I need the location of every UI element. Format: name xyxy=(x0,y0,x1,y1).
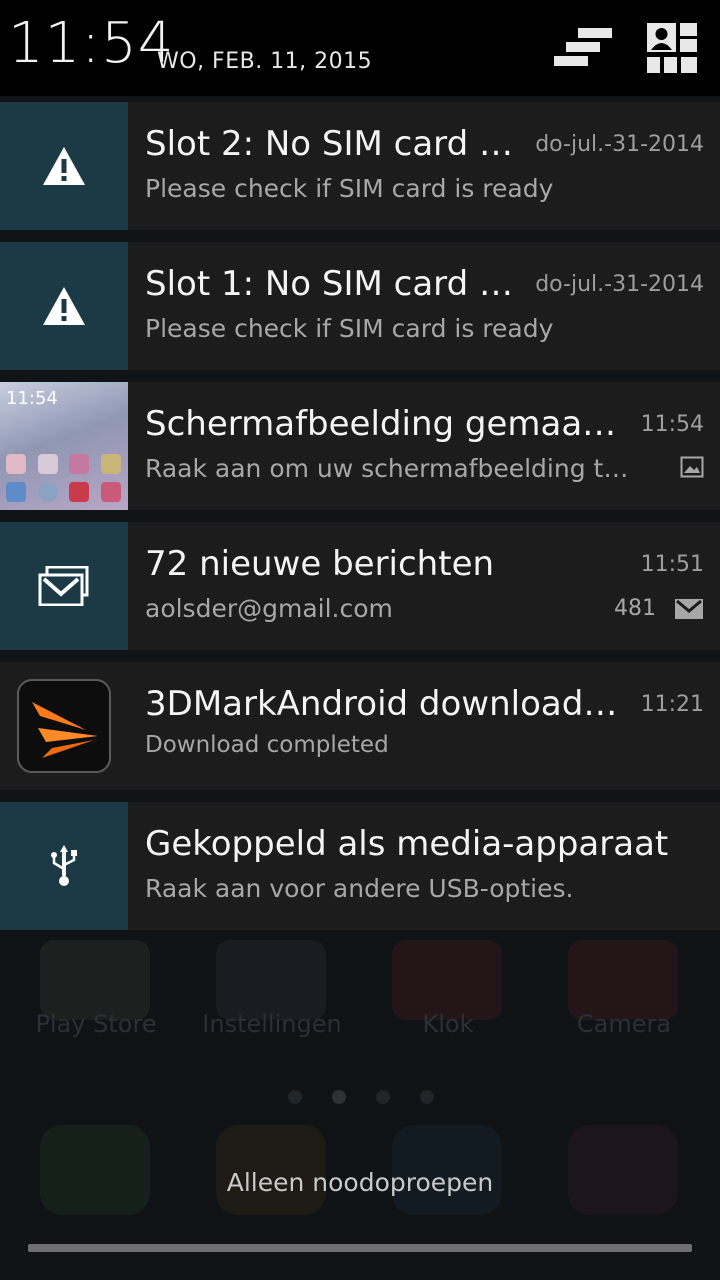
page-indicator-dot xyxy=(332,1090,346,1104)
notification-3dmark-download[interactable]: 3DMarkAndroid download co… Download comp… xyxy=(0,662,720,790)
3dmark-app-icon xyxy=(17,679,111,773)
notification-text: Raak aan voor andere USB-opties. xyxy=(145,874,574,903)
header-date: WO, FEB. 11, 2015 xyxy=(157,49,373,74)
bg-app-camera xyxy=(568,940,678,1020)
warning-icon xyxy=(43,147,85,185)
notification-title: 3DMarkAndroid download co… xyxy=(145,684,627,724)
notification-icon-panel xyxy=(0,662,128,790)
notification-text: aolsder@gmail.com xyxy=(145,594,393,623)
notification-icon-panel xyxy=(0,242,128,370)
quick-settings-icon[interactable] xyxy=(646,22,698,78)
usb-icon xyxy=(51,845,77,886)
page-indicator-dot xyxy=(288,1090,302,1104)
mail-icon xyxy=(675,598,703,619)
notification-text: Download completed xyxy=(145,732,389,758)
notification-icon-panel xyxy=(0,522,128,650)
notification-title: Schermafbeelding gemaakt. xyxy=(145,404,625,444)
screenshot-thumbnail: 11:54 xyxy=(0,382,128,510)
image-icon xyxy=(680,456,704,478)
notification-title: 72 nieuwe berichten xyxy=(145,544,495,584)
notification-text: Please check if SIM card is ready xyxy=(145,174,554,203)
notification-sim-slot-1[interactable]: Slot 1: No SIM card de… Please check if … xyxy=(0,242,720,370)
notification-time: 11:21 xyxy=(640,692,704,717)
bg-app-settings xyxy=(216,940,326,1020)
page-indicator-dot xyxy=(420,1090,434,1104)
notification-title: Slot 2: No SIM card de… xyxy=(145,124,525,164)
thumbnail-app-grid xyxy=(6,454,122,502)
message-count: 481 xyxy=(614,596,656,621)
notification-header: 11:54 WO, FEB. 11, 2015 xyxy=(0,0,720,96)
bg-app-play-store xyxy=(40,940,150,1020)
notification-text: Please check if SIM card is ready xyxy=(145,314,554,343)
bg-label-clock: Klok xyxy=(422,1010,474,1038)
notification-usb[interactable]: Gekoppeld als media-apparaat Raak aan vo… xyxy=(0,802,720,930)
notification-time: do-jul.-31-2014 xyxy=(535,132,704,157)
clear-all-icon[interactable] xyxy=(552,22,614,78)
bg-label-settings: Instellingen xyxy=(202,1010,342,1038)
notification-icon-panel xyxy=(0,102,128,230)
notification-gmail[interactable]: 72 nieuwe berichten aolsder@gmail.com 11… xyxy=(0,522,720,650)
notification-time: do-jul.-31-2014 xyxy=(535,272,704,297)
notification-time: 11:54 xyxy=(640,412,704,437)
notification-right-info: 481 xyxy=(614,596,704,621)
bg-label-camera: Camera xyxy=(576,1010,672,1038)
warning-icon xyxy=(43,287,85,325)
shade-drag-handle[interactable] xyxy=(28,1244,692,1252)
bg-label-play-store: Play Store xyxy=(35,1010,157,1038)
notification-text: Raak aan om uw schermafbeelding te… xyxy=(145,454,640,483)
thumbnail-clock: 11:54 xyxy=(6,388,58,409)
notification-screenshot[interactable]: 11:54 Schermafbeelding gemaakt. Raak aan… xyxy=(0,382,720,510)
notification-sim-slot-2[interactable]: Slot 2: No SIM card de… Please check if … xyxy=(0,102,720,230)
notification-title: Slot 1: No SIM card de… xyxy=(145,264,525,304)
bg-app-clock xyxy=(392,940,502,1020)
gmail-icon xyxy=(38,566,89,606)
page-indicator-dot xyxy=(376,1090,390,1104)
notification-right-info xyxy=(680,456,704,478)
header-clock: 11:54 xyxy=(8,11,175,76)
notification-icon-panel xyxy=(0,802,128,930)
notification-title: Gekoppeld als media-apparaat xyxy=(145,824,669,864)
emergency-calls-label: Alleen noodoproepen xyxy=(226,1168,494,1197)
notification-time: 11:51 xyxy=(640,552,704,577)
